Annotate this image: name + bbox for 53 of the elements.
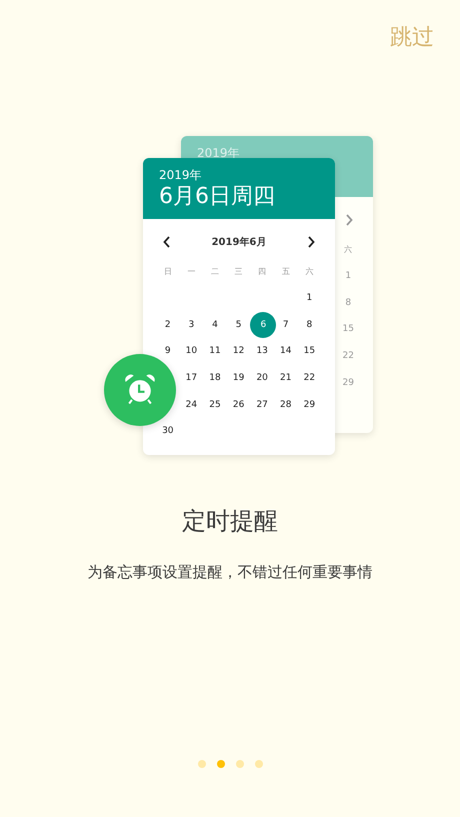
calendar-day[interactable]: 5 bbox=[232, 318, 246, 332]
weekday-label: 一 bbox=[186, 266, 196, 278]
calendar-day[interactable]: 1 bbox=[302, 291, 316, 306]
year-label: 2019年 bbox=[159, 167, 203, 183]
weekday-label: 六 bbox=[343, 244, 354, 256]
calendar-day[interactable]: 18 bbox=[208, 371, 222, 386]
weekday-label: 日 bbox=[162, 266, 173, 278]
calendar-day[interactable]: 13 bbox=[255, 344, 270, 358]
page-indicator-dot[interactable] bbox=[254, 760, 262, 768]
calendar-day[interactable]: 15 bbox=[302, 344, 316, 358]
calendar-day[interactable]: 21 bbox=[278, 371, 293, 386]
calendar-day: 29 bbox=[336, 369, 360, 396]
weekday-label: 五 bbox=[280, 266, 291, 278]
calendar-day[interactable]: 22 bbox=[302, 371, 316, 386]
page-indicator-dot[interactable] bbox=[216, 760, 224, 768]
calendar-day[interactable]: 25 bbox=[208, 398, 222, 412]
calendar-day[interactable]: 24 bbox=[184, 398, 198, 412]
calendar-day: 15 bbox=[336, 316, 360, 343]
calendar-day[interactable]: 9 bbox=[160, 344, 175, 358]
weekday-label: 三 bbox=[234, 266, 244, 278]
feature-description: 为备忘事项设置提醒，不错过任何重要事情 bbox=[86, 562, 374, 582]
calendar-day[interactable]: 12 bbox=[232, 344, 246, 358]
calendar-day: 1 bbox=[336, 262, 360, 290]
month-label: 2019年6月 bbox=[212, 236, 266, 249]
calendar-day[interactable]: 14 bbox=[278, 344, 293, 358]
calendar-day: 8 bbox=[336, 289, 360, 316]
selected-date: 6月6日周四 bbox=[159, 183, 276, 211]
year-label: 2019年 bbox=[197, 145, 241, 161]
next-month-icon[interactable] bbox=[306, 236, 315, 248]
calendar-day[interactable]: 3 bbox=[184, 318, 198, 332]
calendar-day[interactable]: 4 bbox=[208, 318, 222, 332]
calendar-day[interactable]: 27 bbox=[255, 398, 270, 412]
calendar-day[interactable]: 7 bbox=[278, 318, 293, 332]
calendar-day[interactable]: 2 bbox=[160, 318, 175, 332]
weekday-label: 四 bbox=[257, 266, 268, 278]
calendar-day[interactable]: 17 bbox=[184, 371, 198, 386]
previous-month-icon[interactable] bbox=[163, 236, 171, 248]
calendar-day[interactable]: 19 bbox=[232, 371, 246, 386]
calendar-day[interactable]: 26 bbox=[232, 398, 246, 412]
calendar-day[interactable]: 30 bbox=[160, 424, 175, 438]
calendar-day[interactable]: 6 bbox=[250, 312, 276, 338]
calendar-day[interactable]: 20 bbox=[255, 371, 270, 386]
page-indicator-dot[interactable] bbox=[198, 760, 206, 768]
calendar-day[interactable]: 29 bbox=[302, 398, 316, 412]
feature-title: 定时提醒 bbox=[181, 506, 279, 536]
calendar-day[interactable]: 28 bbox=[278, 398, 293, 412]
calendar-day[interactable]: 10 bbox=[184, 344, 198, 358]
page-indicator-dot[interactable] bbox=[236, 760, 244, 768]
weekday-label: 二 bbox=[210, 266, 220, 278]
weekday-label: 六 bbox=[304, 266, 314, 278]
calendar-day[interactable]: 8 bbox=[302, 318, 316, 332]
calendar-day: 22 bbox=[336, 342, 360, 370]
calendar-day[interactable]: 11 bbox=[208, 344, 222, 358]
